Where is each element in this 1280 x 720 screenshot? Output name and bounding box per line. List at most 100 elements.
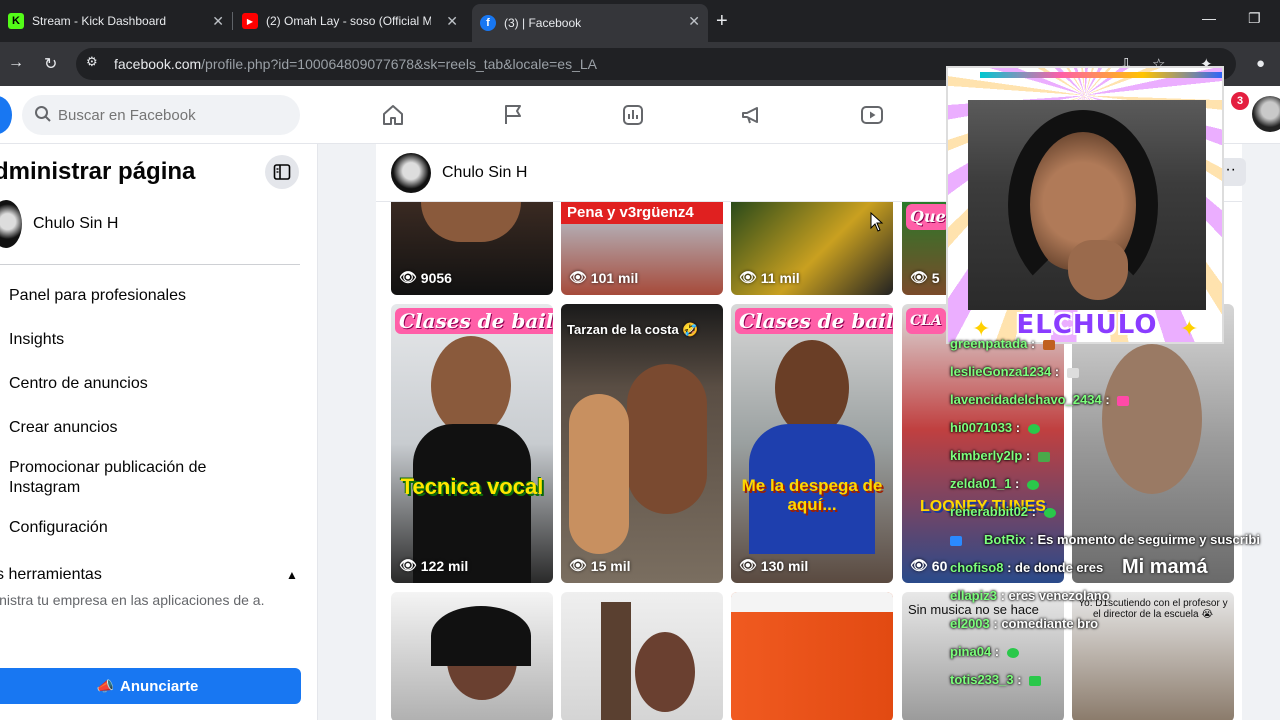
reel-card[interactable] xyxy=(391,592,553,720)
notification-badge[interactable]: 3 xyxy=(1231,92,1249,110)
url-text: facebook.com/profile.php?id=100064809077… xyxy=(114,56,597,72)
views-count: 11 mil xyxy=(760,269,800,286)
tab-facebook[interactable]: f (3) | Facebook ✕ xyxy=(472,4,708,42)
eye-icon: 👁 xyxy=(910,557,928,573)
reel-card[interactable]: 👁 9056 xyxy=(391,202,553,295)
sidebar-title: dministrar página xyxy=(0,158,196,185)
close-tab-icon[interactable]: ✕ xyxy=(446,13,458,30)
browser-tab-strip: K Stream - Kick Dashboard ✕ ▶ (2) Omah L… xyxy=(0,0,1280,42)
sidebar-item-panel[interactable]: Panel para profesionales xyxy=(9,286,249,306)
color-bar-decoration xyxy=(980,72,1222,78)
maximize-icon[interactable]: ❐ xyxy=(1248,10,1261,27)
views-count: 130 mil xyxy=(760,557,809,574)
reel-card[interactable]: Clases de baile Me la despega de aquí...… xyxy=(731,304,893,583)
pages-flag-icon[interactable] xyxy=(501,103,525,127)
search-bar[interactable] xyxy=(22,95,300,135)
tab-kick-dashboard[interactable]: K Stream - Kick Dashboard ✕ xyxy=(0,6,232,36)
video-icon[interactable] xyxy=(860,103,884,127)
page-title[interactable]: Chulo Sin H xyxy=(442,164,527,182)
views-count: 9056 xyxy=(420,269,452,286)
insights-icon[interactable] xyxy=(621,103,645,127)
sidebar-item-ads-center[interactable]: Centro de anuncios xyxy=(9,374,249,394)
reel-views: 👁 101 mil xyxy=(569,269,638,286)
reel-card[interactable]: Pena y v3rgüenz4 👁 101 mil xyxy=(561,202,723,295)
reel-card[interactable]: 👁 11 mil xyxy=(731,202,893,295)
megaphone-icon[interactable] xyxy=(740,103,764,127)
collapse-sidebar-button[interactable] xyxy=(265,155,299,189)
reel-card[interactable] xyxy=(561,592,723,720)
youtube-icon: ▶ xyxy=(242,13,258,29)
minimize-icon[interactable]: — xyxy=(1202,10,1216,26)
sidebar-item-create-ads[interactable]: Crear anuncios xyxy=(9,418,249,438)
new-tab-button[interactable]: + xyxy=(716,10,728,33)
tab-title: (3) | Facebook xyxy=(504,16,582,30)
reel-card[interactable]: CLA LOONEY TUNES 👁 60 xyxy=(902,304,1064,583)
reload-icon[interactable]: ↻ xyxy=(44,54,57,74)
reel-thumbnail xyxy=(1102,344,1202,494)
sidebar-toggle-icon xyxy=(273,164,291,180)
webcam-video xyxy=(968,100,1206,310)
sidebar-page-name: Chulo Sin H xyxy=(33,215,119,232)
search-input[interactable] xyxy=(58,95,288,135)
url-host: facebook.com xyxy=(114,56,202,72)
reel-views: 👁 60 xyxy=(910,557,947,574)
reel-caption: Sin musica no se hace xyxy=(908,602,1039,617)
reel-card[interactable]: Mi mamá xyxy=(1072,304,1234,583)
reel-caption: Yo: D1scutiendo con el profesor y el dir… xyxy=(1078,598,1228,620)
reel-card[interactable]: Sin musica no se hace xyxy=(902,592,1064,720)
divider xyxy=(0,264,300,265)
advertise-label: Anunciarte xyxy=(120,677,199,695)
advertise-button[interactable]: 📣 Anunciarte xyxy=(0,668,301,704)
reel-views: 👁 5 xyxy=(910,269,940,286)
tab-title: Stream - Kick Dashboard xyxy=(32,14,167,28)
reel-card[interactable]: Tarzan de la costa 🤣 👁 15 mil xyxy=(561,304,723,583)
forward-icon[interactable]: → xyxy=(8,54,24,72)
views-count: 122 mil xyxy=(420,557,469,574)
search-icon xyxy=(35,106,51,122)
tab-separator xyxy=(232,12,233,30)
streamer-hand xyxy=(1068,240,1128,300)
sidebar-item-insights[interactable]: Insights xyxy=(9,330,249,350)
account-avatar[interactable] xyxy=(1252,96,1280,132)
avatar[interactable] xyxy=(391,153,431,193)
views-count: 101 mil xyxy=(590,269,639,286)
reel-views: 👁 11 mil xyxy=(739,269,800,286)
site-settings-icon[interactable]: ⚙ xyxy=(86,54,100,69)
eye-icon: 👁 xyxy=(739,269,757,285)
reel-thumbnail xyxy=(421,202,521,242)
reel-thumbnail xyxy=(601,602,631,720)
reel-card[interactable] xyxy=(731,592,893,720)
eye-icon: 👁 xyxy=(399,269,417,285)
close-tab-icon[interactable]: ✕ xyxy=(212,13,224,30)
reel-caption: Tarzan de la costa 🤣 xyxy=(567,322,699,337)
reel-card[interactable]: Clases de baile Tecnica vocal 👁 122 mil xyxy=(391,304,553,583)
tab-youtube[interactable]: ▶ (2) Omah Lay - soso (Official M ✕ xyxy=(234,6,466,36)
reel-thumbnail xyxy=(775,340,849,436)
sidebar-item-promote-instagram[interactable]: Promocionar publicación de Instagram xyxy=(9,458,249,498)
close-tab-icon[interactable]: ✕ xyxy=(688,13,700,30)
reel-caption: Mi mamá xyxy=(1122,556,1208,578)
sidebar-section-description: inistra tu empresa en las aplicaciones d… xyxy=(0,592,265,608)
eye-icon: 👁 xyxy=(739,557,757,573)
reel-views: 👁 122 mil xyxy=(399,557,468,574)
tarzan-figure xyxy=(569,394,629,554)
facebook-logo-icon[interactable] xyxy=(0,96,12,134)
reel-views: 👁 9056 xyxy=(399,269,452,286)
url-path: /profile.php?id=100064809077678&sk=reels… xyxy=(201,56,597,72)
left-sidebar: dministrar página Chulo Sin H Panel para… xyxy=(0,144,318,720)
reel-card[interactable]: Yo: D1scutiendo con el profesor y el dir… xyxy=(1072,592,1234,720)
profile-icon[interactable]: ● xyxy=(1256,55,1265,72)
eye-icon: 👁 xyxy=(569,557,587,573)
reel-overlay-text: Tecnica vocal xyxy=(400,474,544,499)
views-count: 60 xyxy=(931,557,948,574)
sidebar-item-settings[interactable]: Configuración xyxy=(9,518,249,538)
sidebar-section-tools[interactable]: s herramientas xyxy=(0,566,102,584)
facebook-icon: f xyxy=(480,15,496,31)
sidebar-page-profile[interactable]: Chulo Sin H xyxy=(0,200,118,248)
reel-thumbnail xyxy=(731,592,893,612)
reel-views: 👁 130 mil xyxy=(739,557,808,574)
tab-title: (2) Omah Lay - soso (Official M xyxy=(266,14,431,28)
home-icon[interactable] xyxy=(381,103,405,127)
chevron-up-icon[interactable]: ▲ xyxy=(286,568,298,582)
reel-thumbnail xyxy=(635,632,695,712)
